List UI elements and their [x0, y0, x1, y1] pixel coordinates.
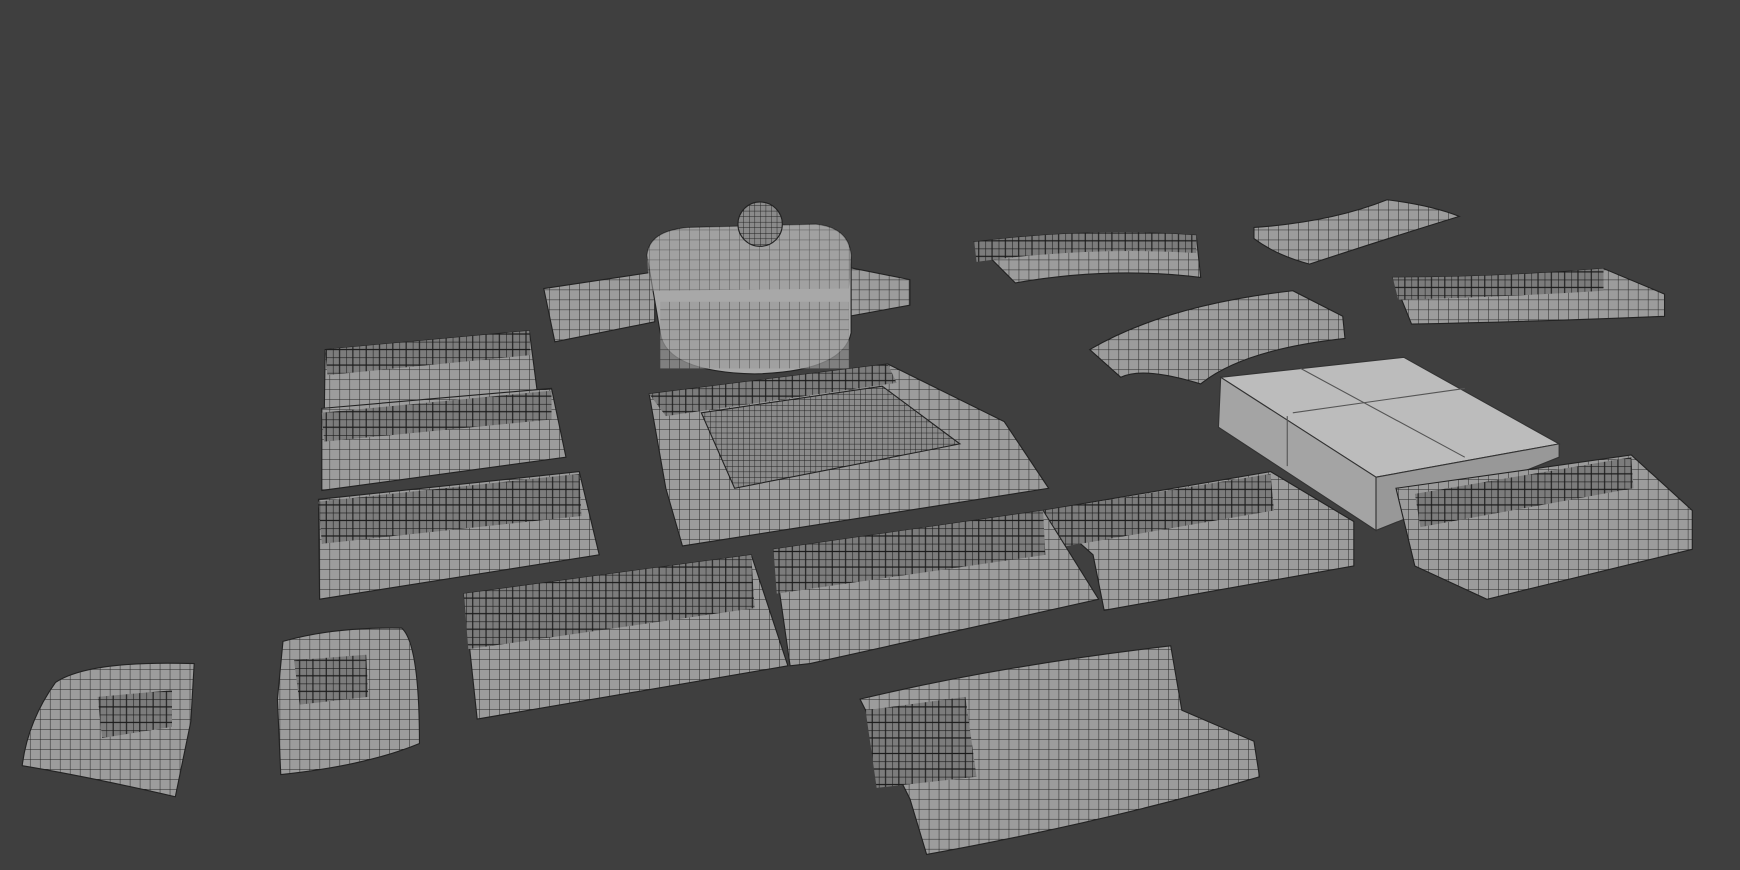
- wireframe-render: [21, 199, 1693, 856]
- trench-corner-a: [21, 662, 195, 798]
- trench-bottom-a: [772, 509, 1100, 667]
- trench-curved-a: [973, 231, 1202, 284]
- 3d-viewport[interactable]: [0, 0, 1740, 870]
- trench-straight-left-c: [317, 471, 600, 600]
- trench-curved-c: [1391, 267, 1666, 325]
- trench-corner-b: [276, 627, 421, 776]
- trench-curved-b: [1253, 199, 1461, 265]
- trench-bottom-b: [463, 554, 789, 720]
- bunker-dome: [543, 201, 911, 375]
- trench-bottom-c: [859, 645, 1261, 856]
